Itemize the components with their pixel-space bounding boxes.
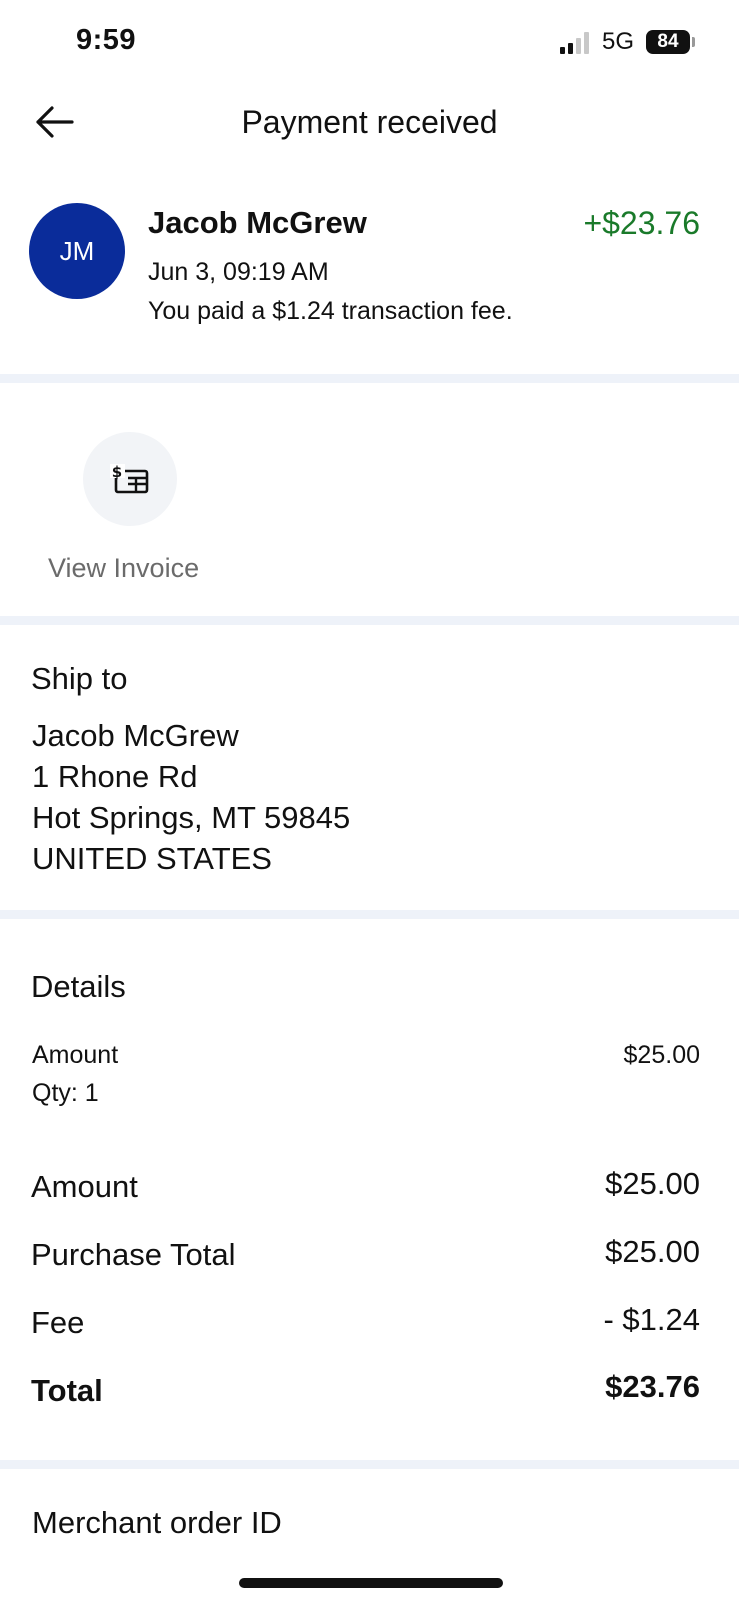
ship-to-country: UNITED STATES	[32, 841, 272, 876]
ship-to-city: Hot Springs, MT 59845	[32, 800, 351, 835]
view-invoice-label[interactable]: View Invoice	[48, 553, 199, 584]
page-title: Payment received	[241, 104, 498, 140]
cellular-signal-icon	[560, 32, 589, 54]
ship-to-street: 1 Rhone Rd	[32, 759, 198, 794]
details-title: Details	[31, 969, 126, 1004]
total-label: Total	[31, 1373, 103, 1408]
back-arrow-icon[interactable]	[34, 104, 76, 140]
section-divider	[0, 374, 739, 383]
ship-to-title: Ship to	[31, 661, 128, 696]
status-time: 9:59	[76, 24, 137, 56]
total-value: $23.76	[605, 1369, 700, 1404]
item-label: Amount	[32, 1041, 119, 1069]
svg-text:$: $	[112, 463, 122, 481]
battery-icon: 84	[646, 30, 690, 54]
amount-label: Amount	[31, 1169, 138, 1204]
payment-amount: +$23.76	[583, 205, 700, 241]
payment-date: Jun 3, 09:19 AM	[148, 258, 329, 286]
purchase-total-label: Purchase Total	[31, 1237, 236, 1272]
section-divider	[0, 616, 739, 625]
home-indicator[interactable]	[239, 1578, 503, 1588]
item-qty: Qty: 1	[32, 1079, 99, 1107]
fee-value: - $1.24	[603, 1302, 700, 1337]
section-divider	[0, 910, 739, 919]
fee-note: You paid a $1.24 transaction fee.	[148, 297, 513, 325]
purchase-total-value: $25.00	[605, 1234, 700, 1269]
invoice-icon: $	[110, 463, 149, 494]
item-value: $25.00	[623, 1041, 700, 1069]
avatar: JM	[29, 203, 125, 299]
fee-label: Fee	[31, 1305, 85, 1340]
amount-value: $25.00	[605, 1166, 700, 1201]
merchant-order-id-title: Merchant order ID	[32, 1505, 282, 1540]
payer-name: Jacob McGrew	[148, 205, 367, 240]
section-divider	[0, 1460, 739, 1469]
network-type: 5G	[602, 28, 635, 55]
battery-tip	[692, 37, 695, 47]
ship-to-name: Jacob McGrew	[32, 718, 239, 753]
